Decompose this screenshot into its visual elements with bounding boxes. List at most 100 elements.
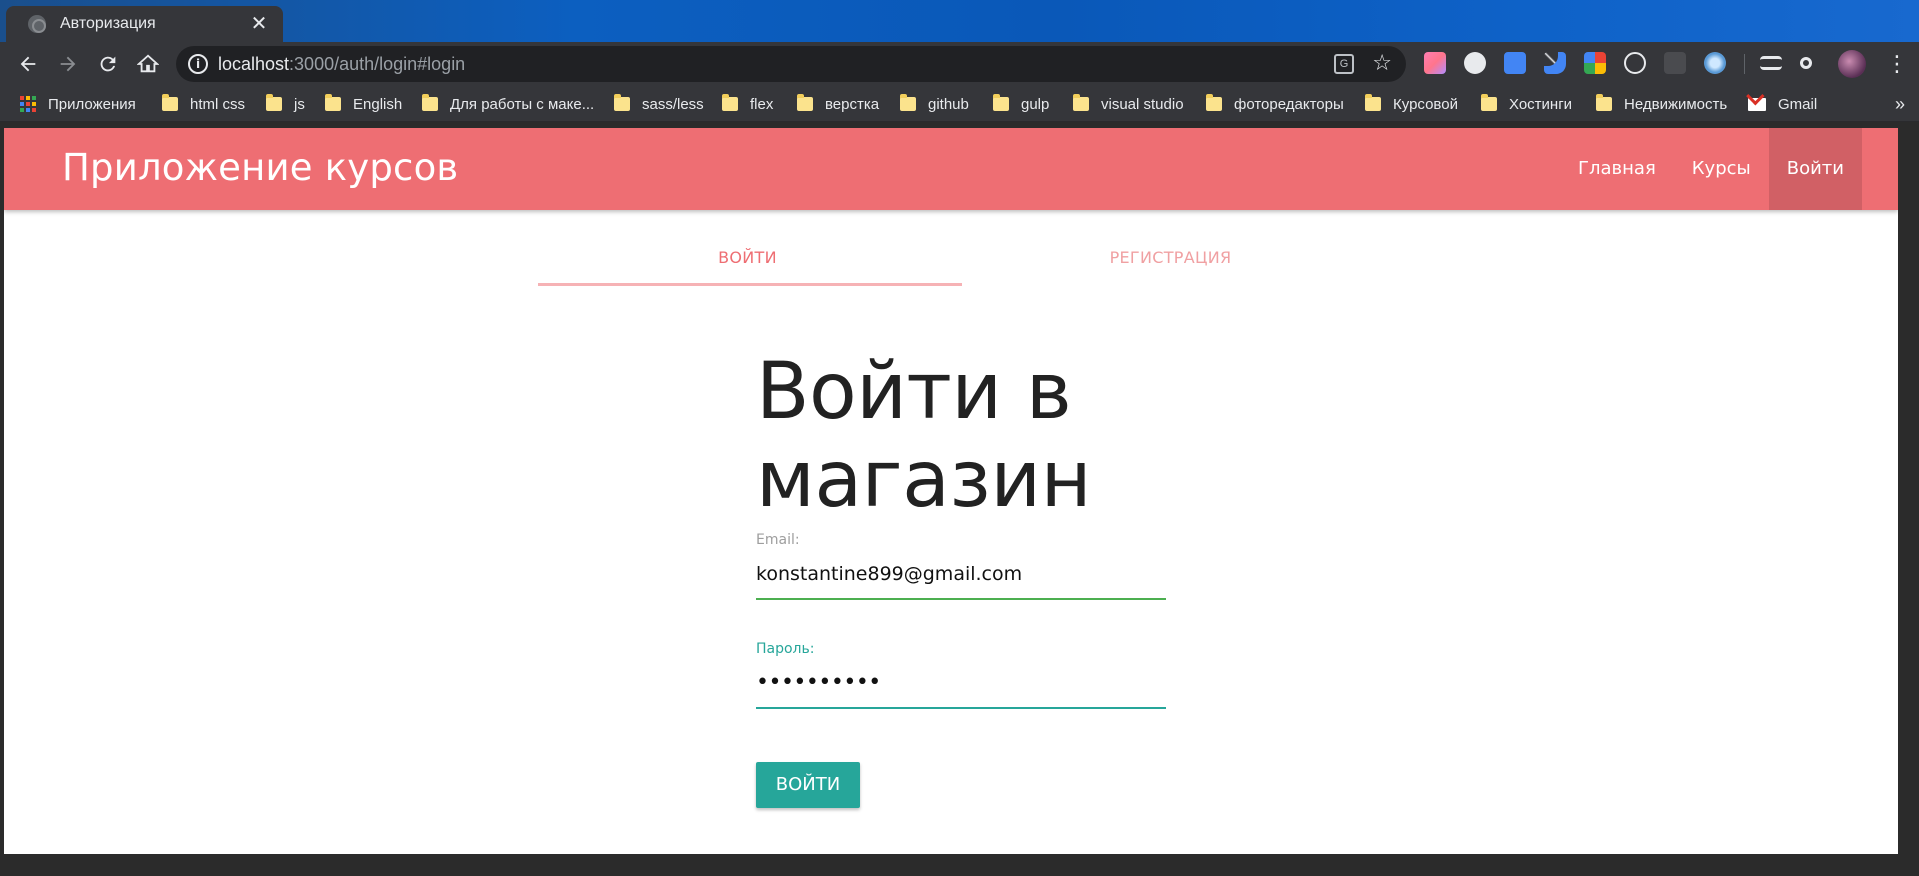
bookmark-folder[interactable]: верстка xyxy=(797,86,879,122)
folder-icon xyxy=(422,94,438,111)
extension-eyedropper-icon[interactable] xyxy=(1544,52,1566,74)
folder-icon xyxy=(900,94,916,111)
page-title-line1: Войти в xyxy=(756,347,1072,437)
password-field: Пароль: •••••••••• xyxy=(756,641,1166,709)
password-input[interactable]: •••••••••• xyxy=(756,669,1166,699)
page-viewport: Приложение курсов Главная Курсы Войти Во… xyxy=(4,128,1898,854)
bookmarks-bar: Приложения html css js English Для работ… xyxy=(0,86,1919,122)
extension-grid-icon[interactable] xyxy=(1584,52,1606,74)
nav-link-login[interactable]: Войти xyxy=(1768,128,1862,210)
menu-kebab-icon[interactable]: ⋮ xyxy=(1886,50,1908,78)
app-navbar: Приложение курсов Главная Курсы Войти xyxy=(4,128,1898,210)
bookmark-label: фоторедакторы xyxy=(1234,95,1344,113)
bookmark-label: github xyxy=(928,95,969,113)
page-title: Войти в магазин xyxy=(756,348,1166,524)
translate-icon[interactable]: G xyxy=(1334,54,1354,74)
folder-icon xyxy=(797,94,813,111)
bookmark-folder[interactable]: Хостинги xyxy=(1481,86,1572,122)
address-bar[interactable]: i localhost:3000/auth/login#login G ☆ xyxy=(176,46,1406,82)
bookmark-label: gulp xyxy=(1021,95,1050,113)
nav-link-home[interactable]: Главная xyxy=(1560,128,1674,210)
brand-logo[interactable]: Приложение курсов xyxy=(62,146,458,189)
login-heading-block: Войти в магазин xyxy=(756,348,1166,524)
bookmark-folder[interactable]: flex xyxy=(722,86,773,122)
tab-login[interactable]: Войти xyxy=(536,236,959,278)
globe-icon xyxy=(28,15,46,33)
folder-icon xyxy=(1073,94,1089,111)
bookmark-label: Gmail xyxy=(1778,95,1818,113)
bookmark-label: Хостинги xyxy=(1509,95,1573,113)
folder-icon xyxy=(614,94,630,111)
email-field: Email: konstantine899@gmail.com xyxy=(756,532,1166,600)
password-underline xyxy=(756,707,1166,709)
close-icon[interactable]: ✕ xyxy=(249,14,269,34)
bookmark-apps[interactable]: Приложения xyxy=(20,86,136,122)
window-edge xyxy=(1898,122,1919,876)
tab-title: Авторизация xyxy=(60,15,156,32)
folder-icon xyxy=(722,94,738,111)
extension-chat-icon[interactable] xyxy=(1464,52,1486,74)
bookmark-folder[interactable]: Курсовой xyxy=(1365,86,1458,122)
login-submit-button[interactable]: Войти xyxy=(756,762,860,808)
page-title-line2: магазин xyxy=(756,435,1092,525)
extension-gray-icon[interactable] xyxy=(1664,52,1686,74)
back-icon[interactable] xyxy=(14,50,42,78)
folder-icon xyxy=(1481,94,1497,111)
profile-avatar[interactable] xyxy=(1838,50,1866,78)
toolbar-separator xyxy=(1744,54,1745,74)
folder-icon xyxy=(162,94,178,111)
bookmark-label: верстка xyxy=(825,95,880,113)
browser-tab[interactable]: Авторизация ✕ xyxy=(6,6,283,42)
bookmark-label: js xyxy=(294,95,305,113)
home-icon[interactable] xyxy=(134,50,162,78)
bookmarks-overflow-icon[interactable]: » xyxy=(1895,94,1905,115)
nav-links: Главная Курсы Войти xyxy=(1560,128,1862,210)
extension-translate-icon[interactable] xyxy=(1504,52,1526,74)
bookmark-label: English xyxy=(353,95,403,113)
folder-icon xyxy=(325,94,341,111)
email-underline xyxy=(756,598,1166,600)
bookmark-folder[interactable]: Недвижимость xyxy=(1596,86,1727,122)
gmail-icon xyxy=(1748,97,1766,111)
bookmark-folder[interactable]: gulp xyxy=(993,86,1049,122)
reload-icon[interactable] xyxy=(94,50,122,78)
forward-icon[interactable] xyxy=(54,50,82,78)
bookmark-label: Для работы с маке... xyxy=(450,95,595,113)
folder-icon xyxy=(1596,94,1612,111)
tab-indicator xyxy=(538,283,962,286)
bookmark-folder[interactable]: html css xyxy=(162,86,245,122)
bookmark-gmail[interactable]: Gmail xyxy=(1748,86,1817,122)
bookmark-label: sass/less xyxy=(642,95,704,113)
bookmark-folder[interactable]: фоторедакторы xyxy=(1206,86,1344,122)
extension-drop-icon[interactable] xyxy=(1704,52,1726,74)
password-label: Пароль: xyxy=(756,641,815,657)
email-input[interactable]: konstantine899@gmail.com xyxy=(756,560,1166,590)
bookmark-folder[interactable]: sass/less xyxy=(614,86,704,122)
folder-icon xyxy=(993,94,1009,111)
bookmark-folder[interactable]: English xyxy=(325,86,402,122)
react-devtools-icon[interactable] xyxy=(1624,52,1646,74)
site-info-icon[interactable]: i xyxy=(188,54,208,74)
url-host: localhost xyxy=(218,54,290,74)
media-queue-icon[interactable] xyxy=(1760,56,1782,70)
folder-icon xyxy=(1206,94,1222,111)
browser-tabstrip: Авторизация ✕ xyxy=(0,0,1919,42)
email-label: Email: xyxy=(756,532,800,548)
bookmark-label: Недвижимость xyxy=(1624,95,1728,113)
tab-register[interactable]: Регистрация xyxy=(959,236,1382,278)
bookmark-folder[interactable]: github xyxy=(900,86,969,122)
url-path: :3000/auth/login#login xyxy=(289,54,466,74)
bookmark-folder[interactable]: js xyxy=(266,86,305,122)
auth-tabs: Войти Регистрация xyxy=(536,236,1382,278)
key-icon[interactable] xyxy=(1800,57,1812,69)
bookmark-star-icon[interactable]: ☆ xyxy=(1372,50,1392,76)
bookmark-folder[interactable]: Для работы с маке... xyxy=(422,86,594,122)
folder-icon xyxy=(1365,94,1381,111)
bookmark-label: flex xyxy=(750,95,774,113)
bookmark-label: html css xyxy=(190,95,246,113)
bookmark-label: Приложения xyxy=(48,95,136,113)
nav-link-courses[interactable]: Курсы xyxy=(1674,128,1769,210)
url-text[interactable]: localhost:3000/auth/login#login xyxy=(218,54,465,75)
extension-gradient-icon[interactable] xyxy=(1424,52,1446,74)
bookmark-folder[interactable]: visual studio xyxy=(1073,86,1184,122)
